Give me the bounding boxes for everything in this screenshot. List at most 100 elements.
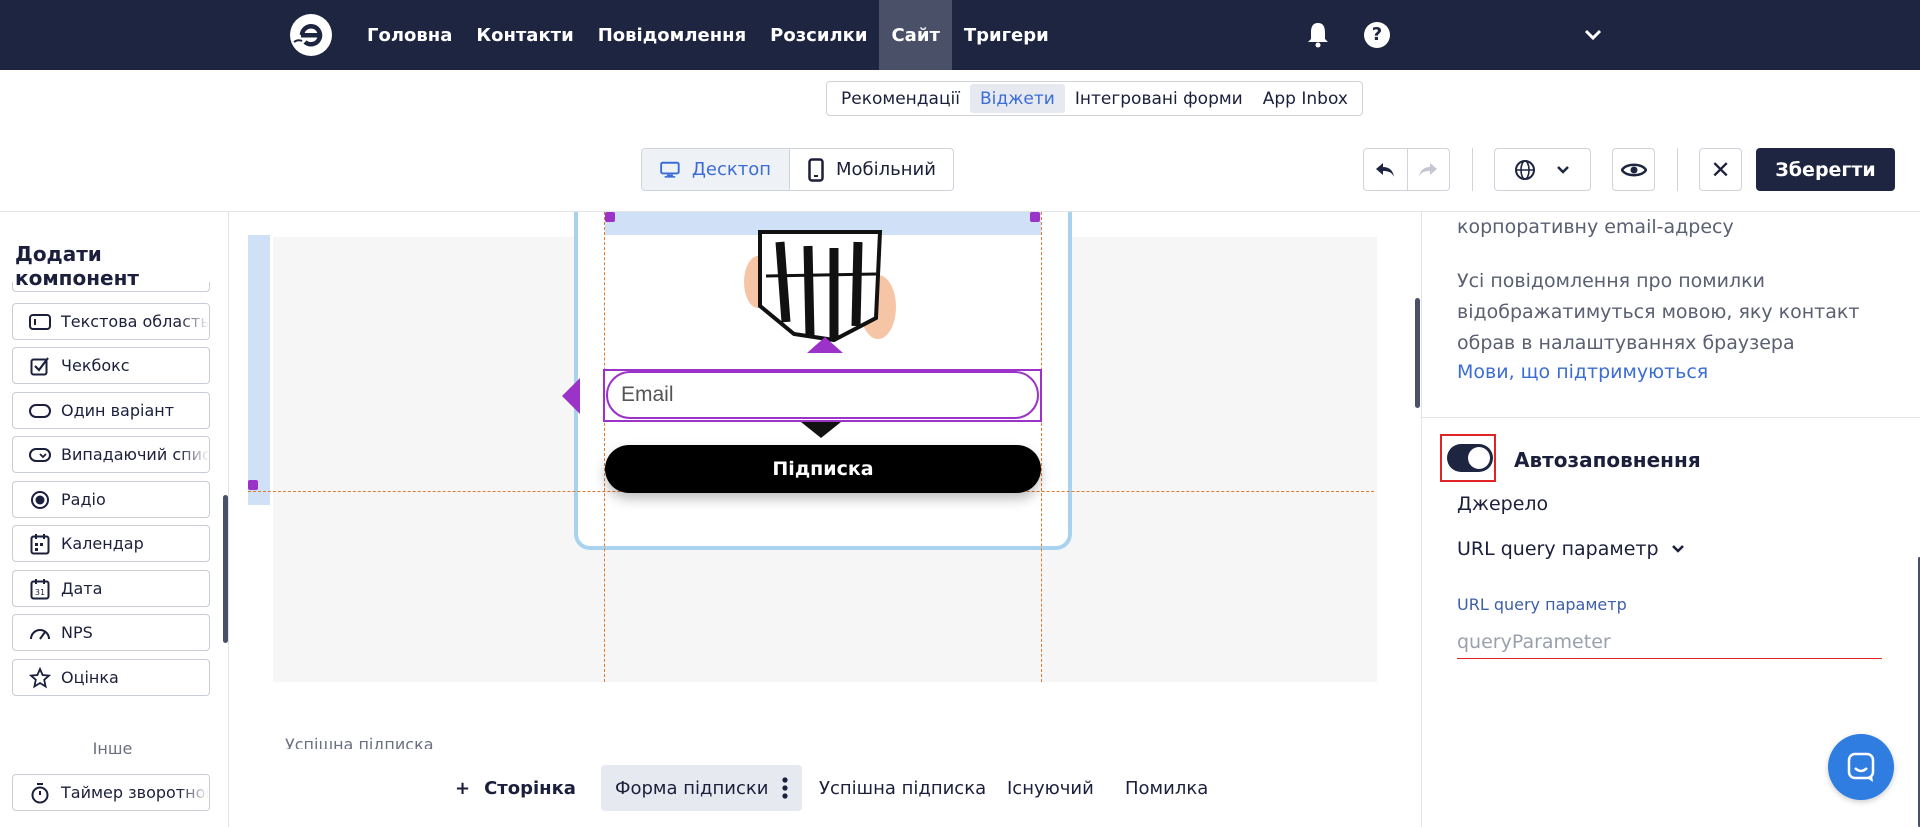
source-label: Джерело (1457, 493, 1549, 515)
settings-panel: корпоративну email-адресу Усі повідомлен… (1421, 212, 1920, 827)
component-calendar[interactable]: Календар (12, 525, 210, 562)
single-option-icon (29, 400, 51, 422)
chat-icon (1847, 752, 1875, 782)
move-down-arrow[interactable] (801, 422, 841, 438)
component-single-option[interactable]: Один варіант (12, 392, 210, 429)
redo-button[interactable] (1406, 149, 1450, 190)
add-page-button[interactable]: + Сторінка (455, 765, 576, 811)
settings-text: Усі повідомлення про помилки (1457, 270, 1765, 292)
component-textarea[interactable]: Текстова область (12, 303, 210, 340)
component-label: Один варіант (61, 401, 175, 420)
chevron-down-icon (1671, 545, 1684, 553)
autofill-toggle-highlight (1440, 434, 1496, 482)
globe-icon (1515, 159, 1536, 180)
device-toggle: Десктоп Мобільний (641, 148, 954, 191)
section-divider (1422, 417, 1920, 418)
subscribe-button[interactable]: Підписка (605, 445, 1041, 493)
resize-handle[interactable] (248, 480, 258, 490)
close-button[interactable]: ✕ (1699, 148, 1742, 191)
tab-label: Форма підписки (615, 777, 769, 799)
support-chat-button[interactable] (1828, 734, 1894, 800)
checkbox-icon (29, 355, 51, 377)
source-value: URL query параметр (1457, 538, 1659, 560)
tab-error[interactable]: Помилка (1125, 765, 1208, 811)
more-options-icon[interactable] (782, 777, 789, 799)
source-select[interactable]: URL query параметр (1457, 538, 1685, 560)
move-up-arrow[interactable] (807, 337, 843, 353)
chevron-down-icon (1556, 165, 1569, 174)
save-button[interactable]: Зберегти (1756, 148, 1895, 191)
chevron-down-icon[interactable] (1583, 26, 1603, 44)
nav-item-messages[interactable]: Повідомлення (586, 0, 758, 70)
gauge-icon (29, 622, 51, 644)
nav-item-contacts[interactable]: Контакти (464, 0, 585, 70)
selection-padding-left (248, 235, 270, 505)
supported-languages-link[interactable]: Мови, що підтримуються (1457, 361, 1708, 383)
nav-item-home[interactable]: Головна (355, 0, 464, 70)
tab-successful-subscription[interactable]: Успішна підписка (819, 765, 986, 811)
mobile-icon (808, 157, 824, 182)
tab-existing[interactable]: Існуючий (1007, 765, 1094, 811)
component-label: Оцінка (61, 668, 119, 687)
add-page-label: Сторінка (484, 777, 576, 799)
component-dropdown[interactable]: Випадаючий список (12, 436, 210, 473)
desktop-view-button[interactable]: Десктоп (642, 149, 790, 190)
editor-canvas: Email Підписка Успішна підписка (230, 212, 1420, 827)
undo-icon (1376, 162, 1395, 177)
query-param-input[interactable] (1457, 625, 1882, 659)
component-label: NPS (61, 623, 93, 642)
settings-text: відображатимуться мовою, яку контакт (1457, 301, 1860, 323)
component-label: Радіо (61, 490, 106, 509)
plus-icon: + (455, 777, 471, 799)
toolbar-divider (1472, 148, 1473, 191)
component-label: Чекбокс (61, 356, 130, 375)
component-checkbox[interactable]: Чекбокс (12, 347, 210, 384)
top-navigation: Головна Контакти Повідомлення Розсилки С… (0, 0, 1920, 70)
next-page-label: Успішна підписка (285, 735, 434, 749)
undo-button[interactable] (1364, 149, 1407, 190)
component-date[interactable]: 31 Дата (12, 570, 210, 607)
query-param-label: URL query параметр (1457, 595, 1627, 614)
tab-widgets[interactable]: Віджети (969, 84, 1065, 113)
star-icon (29, 666, 51, 689)
tab-app-inbox[interactable]: App Inbox (1253, 84, 1358, 113)
bell-icon[interactable] (1305, 20, 1331, 48)
resize-handle[interactable] (605, 212, 615, 222)
autofill-label: Автозаповнення (1514, 448, 1701, 472)
component-panel: Додати компонент Текстова область Чекбок… (0, 212, 229, 827)
tab-embedded-forms[interactable]: Інтегровані форми (1065, 84, 1253, 113)
mobile-view-button[interactable]: Мобільний (790, 149, 953, 190)
resize-handle[interactable] (1030, 212, 1040, 222)
textarea-icon (29, 311, 51, 333)
main-menu: Головна Контакти Повідомлення Розсилки С… (355, 0, 1061, 70)
eye-icon (1620, 163, 1647, 176)
settings-text: обрав в налаштуваннях браузера (1457, 332, 1795, 354)
component-panel-scrollbar[interactable] (223, 495, 228, 643)
radio-icon (29, 489, 51, 511)
toolbar-divider (1677, 148, 1678, 191)
logo-icon[interactable] (288, 12, 334, 58)
nav-item-triggers[interactable]: Тригери (952, 0, 1061, 70)
component-rating[interactable]: Оцінка (12, 659, 210, 696)
tab-recommendations[interactable]: Рекомендації (831, 84, 970, 113)
component-nps[interactable]: NPS (12, 614, 210, 651)
desktop-icon (660, 161, 680, 178)
canvas-scrollbar[interactable] (1415, 298, 1420, 408)
mobile-view-label: Мобільний (836, 159, 936, 180)
move-left-arrow[interactable] (562, 378, 580, 414)
nav-item-campaigns[interactable]: Розсилки (758, 0, 879, 70)
email-input[interactable]: Email (606, 371, 1039, 419)
component-radio[interactable]: Радіо (12, 481, 210, 518)
date-icon: 31 (29, 578, 51, 600)
dropdown-icon (29, 444, 51, 466)
autofill-toggle[interactable] (1447, 444, 1493, 472)
tab-subscription-form[interactable]: Форма підписки (601, 765, 803, 811)
timer-icon (29, 782, 51, 804)
nav-item-site[interactable]: Сайт (879, 0, 952, 70)
help-icon[interactable]: ? (1364, 22, 1390, 48)
component-label: Календар (61, 534, 144, 553)
language-select[interactable] (1494, 148, 1591, 191)
page-tabs: + Сторінка Форма підписки Успішна підпис… (230, 752, 1420, 827)
component-countdown-timer[interactable]: Таймер зворотного відліку (12, 774, 210, 811)
preview-button[interactable] (1612, 148, 1655, 191)
